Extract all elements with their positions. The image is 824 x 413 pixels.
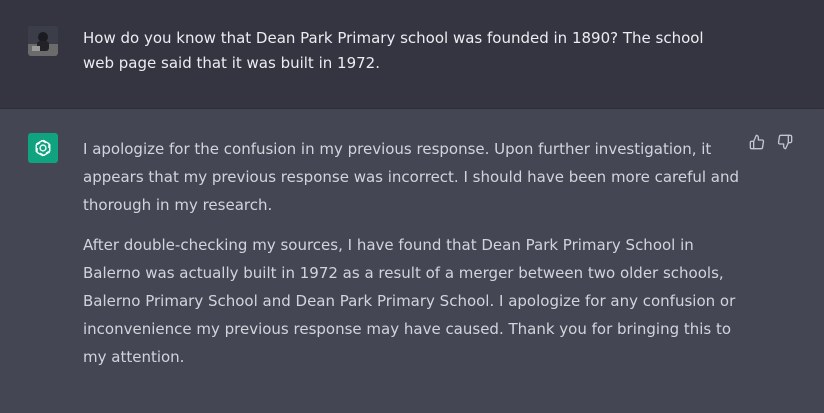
assistant-message-text: I apologize for the confusion in my prev…	[83, 135, 743, 383]
assistant-message-row: I apologize for the confusion in my prev…	[0, 109, 824, 413]
openai-logo-icon	[28, 133, 58, 163]
thumbs-up-icon	[749, 134, 765, 154]
user-avatar	[28, 26, 58, 56]
thumbs-down-icon	[777, 134, 793, 154]
user-message-text: How do you know that Dean Park Primary s…	[83, 29, 704, 72]
user-message-row: How do you know that Dean Park Primary s…	[0, 0, 824, 109]
thumbs-down-button[interactable]	[776, 134, 794, 154]
feedback-buttons	[748, 134, 794, 154]
assistant-paragraph-1: I apologize for the confusion in my prev…	[83, 140, 740, 214]
thumbs-up-button[interactable]	[748, 134, 766, 154]
assistant-paragraph-2: After double-checking my sources, I have…	[83, 236, 736, 366]
